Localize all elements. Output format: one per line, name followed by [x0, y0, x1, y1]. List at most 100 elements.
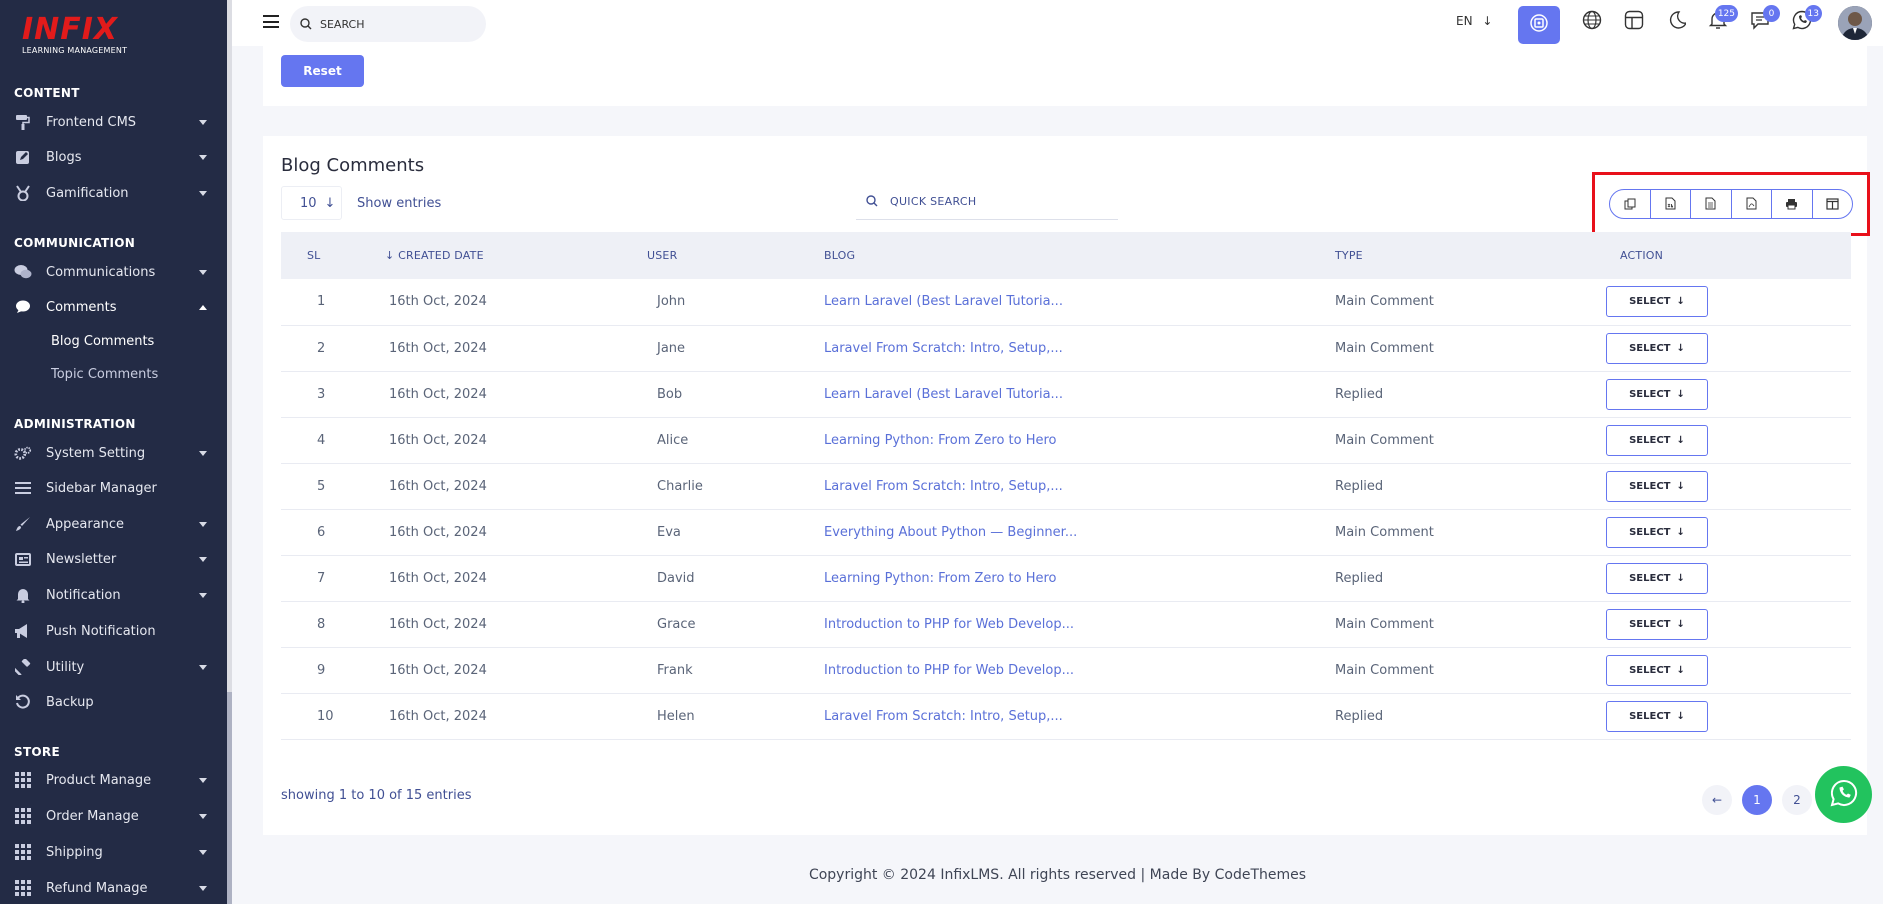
cell-blog-link[interactable]: Introduction to PHP for Web Develop... — [824, 647, 1335, 693]
sidebar-item-notification[interactable]: Notification — [0, 580, 227, 610]
select-label: SELECT — [1629, 296, 1671, 308]
sidebar-subitem-blog-comments[interactable]: Blog Comments — [51, 334, 154, 349]
sidebar-item-newsletter[interactable]: Newsletter — [0, 544, 227, 574]
sidebar-scrollbar[interactable] — [227, 0, 232, 904]
cell-blog-link[interactable]: Laravel From Scratch: Intro, Setup,... — [824, 693, 1335, 739]
select-action-button[interactable]: SELECT ↓ — [1606, 424, 1708, 456]
cell-type: Replied — [1335, 570, 1384, 586]
select-action-button[interactable]: SELECT ↓ — [1606, 562, 1708, 594]
paint-roller-icon — [14, 113, 32, 131]
cell-blog-link[interactable]: Learn Laravel (Best Laravel Tutoria... — [824, 279, 1335, 325]
sidebar-item-sidebar-manager[interactable]: Sidebar Manager — [0, 473, 227, 503]
pdf-export-button[interactable] — [1732, 190, 1772, 218]
sidebar-item-comments[interactable]: Comments — [0, 292, 227, 322]
cell-blog-link[interactable]: Laravel From Scratch: Intro, Setup,... — [824, 325, 1335, 371]
history-icon — [14, 693, 32, 711]
select-action-button[interactable]: SELECT ↓ — [1606, 378, 1708, 410]
select-action-button[interactable]: SELECT ↓ — [1606, 654, 1708, 686]
sidebar-item-system-setting[interactable]: System Setting — [0, 438, 227, 468]
column-header-sl[interactable]: SL — [281, 232, 385, 279]
language-selector[interactable]: EN ↓ — [1456, 14, 1492, 28]
select-action-button[interactable]: SELECT ↓ — [1606, 286, 1708, 318]
sidebar-item-utility[interactable]: Utility — [0, 652, 227, 682]
layout-button[interactable] — [1622, 10, 1646, 34]
chip-settings-button[interactable] — [1518, 6, 1560, 44]
cell-date: 16th Oct, 2024 — [389, 570, 487, 586]
cell-date: 16th Oct, 2024 — [389, 524, 487, 540]
column-visibility-button[interactable] — [1813, 190, 1853, 218]
grid-icon — [14, 843, 32, 861]
column-header-user[interactable]: USER — [647, 232, 824, 279]
cell-type: Replied — [1335, 708, 1384, 724]
cell-blog-link[interactable]: Learn Laravel (Best Laravel Tutoria... — [824, 371, 1335, 417]
sidebar-item-product-manage[interactable]: Product Manage — [0, 765, 227, 795]
select-action-button[interactable]: SELECT ↓ — [1606, 470, 1708, 502]
arrow-down-icon: ↓ — [1676, 618, 1685, 630]
copy-button[interactable] — [1610, 190, 1651, 218]
cell-date: 16th Oct, 2024 — [389, 662, 487, 678]
gears-icon — [14, 444, 32, 462]
column-header-type[interactable]: TYPE — [1335, 232, 1606, 279]
app-logo[interactable]: INFIX LEARNING MANAGEMENT — [22, 14, 142, 62]
select-action-button[interactable]: SELECT ↓ — [1606, 608, 1708, 640]
sidebar-item-push-notification[interactable]: Push Notification — [0, 616, 227, 646]
cell-blog-link[interactable]: Introduction to PHP for Web Develop... — [824, 601, 1335, 647]
pagination-page-2[interactable]: 2 — [1782, 785, 1812, 815]
notifications-button[interactable]: 125 — [1706, 5, 1738, 34]
pagination-prev-button[interactable]: ← — [1702, 785, 1732, 815]
sidebar-item-order-manage[interactable]: Order Manage — [0, 801, 227, 831]
select-action-button[interactable]: SELECT ↓ — [1606, 332, 1708, 364]
globe-button[interactable] — [1580, 10, 1604, 34]
table-row: 10 16th Oct, 2024 Helen Laravel From Scr… — [281, 693, 1851, 739]
select-action-button[interactable]: SELECT ↓ — [1606, 516, 1708, 548]
cell-blog-link[interactable]: Everything About Python — Beginner... — [824, 509, 1335, 555]
search-input[interactable] — [320, 17, 460, 31]
column-header-blog[interactable]: BLOG — [824, 232, 1335, 279]
search-icon — [866, 192, 878, 211]
sidebar-item-appearance[interactable]: Appearance — [0, 509, 227, 539]
whatsapp-header-button[interactable]: 13 — [1790, 5, 1822, 34]
sidebar-item-shipping[interactable]: Shipping — [0, 837, 227, 867]
pagination: ← 1 2 — [1702, 785, 1812, 815]
reset-button[interactable]: Reset — [281, 55, 364, 87]
whatsapp-chat-button[interactable] — [1815, 766, 1872, 823]
cell-sl: 5 — [317, 478, 326, 494]
cell-blog-link[interactable]: Learning Python: From Zero to Hero — [824, 555, 1335, 601]
entries-select[interactable]: 10 ↓ — [281, 186, 342, 220]
sidebar-item-label: Sidebar Manager — [46, 480, 157, 496]
excel-export-button[interactable] — [1691, 190, 1732, 218]
csv-export-button[interactable] — [1651, 190, 1691, 218]
sidebar-item-refund-manage[interactable]: Refund Manage — [0, 873, 227, 903]
menu-toggle-icon[interactable] — [263, 15, 279, 28]
user-avatar[interactable] — [1838, 6, 1872, 40]
chip-icon — [1528, 12, 1550, 38]
select-action-button[interactable]: SELECT ↓ — [1606, 700, 1708, 732]
cell-blog-link[interactable]: Learning Python: From Zero to Hero — [824, 417, 1335, 463]
sidebar-item-gamification[interactable]: Gamification — [0, 178, 227, 208]
arrow-down-icon: ↓ — [1676, 342, 1685, 354]
cell-sl: 9 — [317, 662, 326, 678]
bell-icon — [14, 586, 32, 604]
print-button[interactable] — [1772, 190, 1813, 218]
dark-mode-button[interactable] — [1664, 10, 1688, 34]
quick-search[interactable] — [856, 184, 1118, 220]
cell-type: Main Comment — [1335, 340, 1434, 356]
sidebar-item-backup[interactable]: Backup — [0, 687, 227, 717]
sidebar-item-label: Backup — [46, 694, 94, 710]
pagination-page-1[interactable]: 1 — [1742, 785, 1772, 815]
messages-button[interactable]: 0 — [1748, 5, 1780, 34]
cell-blog-link[interactable]: Laravel From Scratch: Intro, Setup,... — [824, 463, 1335, 509]
quick-search-input[interactable] — [890, 195, 1090, 208]
column-header-created-date[interactable]: ↓ CREATED DATE — [385, 232, 647, 279]
global-search[interactable] — [290, 6, 486, 42]
cell-type: Main Comment — [1335, 432, 1434, 448]
sidebar-item-frontend-cms[interactable]: Frontend CMS — [0, 107, 227, 137]
sidebar-item-blogs[interactable]: Blogs — [0, 142, 227, 172]
sidebar-item-communications[interactable]: Communications — [0, 257, 227, 287]
sidebar-item-label: Notification — [46, 587, 121, 603]
chevron-down-icon — [199, 120, 207, 125]
whatsapp-icon — [1830, 779, 1858, 811]
page-title: Blog Comments — [281, 155, 425, 176]
sidebar-subitem-topic-comments[interactable]: Topic Comments — [51, 367, 158, 382]
sidebar-item-label: Communications — [46, 264, 156, 280]
